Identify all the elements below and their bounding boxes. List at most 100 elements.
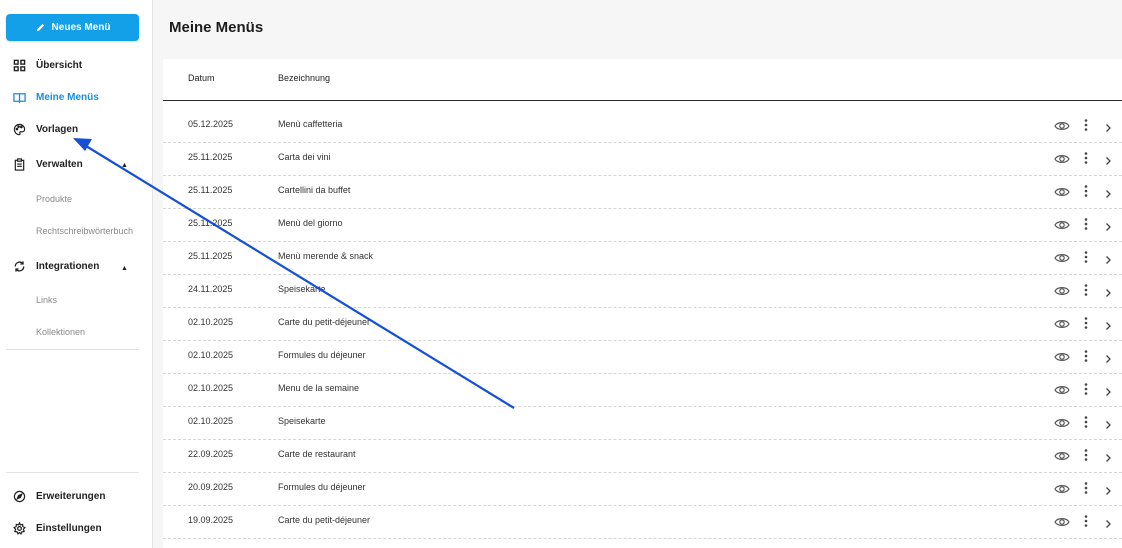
row-name: Speisekarte — [278, 416, 326, 426]
sidebar-item-my-menus[interactable]: Meine Menüs — [13, 89, 99, 105]
header-divider — [163, 100, 1122, 101]
chevron-right-icon[interactable] — [1104, 384, 1112, 396]
more-vertical-icon[interactable] — [1082, 514, 1090, 528]
sidebar-item-extensions[interactable]: Erweiterungen — [13, 488, 105, 504]
more-vertical-icon[interactable] — [1082, 415, 1090, 429]
more-vertical-icon[interactable] — [1082, 184, 1090, 198]
table-row[interactable]: 05.12.2025 Menù caffetteria — [163, 109, 1122, 143]
row-name: Menu de la semaine — [278, 383, 360, 393]
table-row[interactable]: 02.10.2025 Speisekarte — [163, 406, 1122, 440]
palette-icon — [13, 123, 26, 136]
chevron-right-icon[interactable] — [1104, 318, 1112, 330]
sidebar-item-label: Übersicht — [36, 59, 83, 71]
gear-icon — [13, 521, 26, 535]
table-row[interactable]: 20.09.2025 Formules du déjeuner — [163, 472, 1122, 506]
row-date: 02.10.2025 — [188, 317, 234, 327]
sidebar-item-label: Vorlagen — [36, 123, 79, 135]
more-vertical-icon[interactable] — [1082, 382, 1090, 396]
table-row[interactable]: 25.11.2025 Cartellini da buffet — [163, 175, 1122, 209]
row-name: Formules du déjeuner — [278, 350, 366, 360]
eye-icon[interactable] — [1054, 416, 1070, 428]
eye-icon[interactable] — [1054, 482, 1070, 494]
more-vertical-icon[interactable] — [1082, 283, 1090, 297]
row-name: Menù merende & snack — [278, 251, 374, 261]
sidebar-divider — [6, 349, 139, 350]
sidebar-subitem-collections[interactable]: Kollektionen — [36, 327, 85, 337]
table-row[interactable]: 02.10.2025 Menu de la semaine — [163, 373, 1122, 407]
chevron-right-icon[interactable] — [1104, 516, 1112, 528]
eye-icon[interactable] — [1054, 515, 1070, 527]
table-row[interactable]: 25.11.2025 Menù merende & snack — [163, 241, 1122, 275]
eye-icon[interactable] — [1054, 119, 1070, 131]
sync-icon — [13, 260, 26, 273]
sidebar-subitem-products[interactable]: Produkte — [36, 194, 72, 204]
sidebar-item-overview[interactable]: Übersicht — [13, 57, 82, 73]
chevron-right-icon[interactable] — [1104, 417, 1112, 429]
table-row[interactable]: 24.11.2025 Speisekarte — [163, 274, 1122, 308]
sidebar: Neues Menü Übersicht Meine Menüs Vorlage… — [0, 0, 153, 548]
sidebar-item-label: Erweiterungen — [36, 490, 106, 502]
more-vertical-icon[interactable] — [1082, 250, 1090, 264]
row-date: 22.09.2025 — [188, 449, 234, 459]
sidebar-item-label: Einstellungen — [36, 522, 102, 534]
sidebar-subitem-links[interactable]: Links — [36, 295, 57, 305]
eye-icon[interactable] — [1054, 152, 1070, 164]
row-name: Carte du petit-déjeuner — [278, 317, 371, 327]
table-row[interactable]: 22.09.2025 Carte de restaurant — [163, 439, 1122, 473]
row-date: 02.10.2025 — [188, 383, 234, 393]
chevron-right-icon[interactable] — [1104, 450, 1112, 462]
chevron-right-icon[interactable] — [1104, 483, 1112, 495]
more-vertical-icon[interactable] — [1082, 118, 1090, 132]
eye-icon[interactable] — [1054, 350, 1070, 362]
table-row[interactable]: 02.10.2025 Formules du déjeuner — [163, 340, 1122, 374]
more-vertical-icon[interactable] — [1082, 349, 1090, 363]
row-name: Carta dei vini — [278, 152, 331, 162]
chevron-right-icon[interactable] — [1104, 219, 1112, 231]
chevron-right-icon[interactable] — [1104, 153, 1112, 165]
table-row[interactable]: 02.10.2025 Carte du petit-déjeuner — [163, 307, 1122, 341]
caret-up-icon[interactable]: ▲ — [121, 162, 128, 169]
eye-icon[interactable] — [1054, 383, 1070, 395]
sidebar-item-manage[interactable]: Verwalten — [13, 156, 83, 172]
chevron-right-icon[interactable] — [1104, 285, 1112, 297]
caret-up-icon[interactable]: ▲ — [121, 265, 128, 272]
more-vertical-icon[interactable] — [1082, 217, 1090, 231]
more-vertical-icon[interactable] — [1082, 316, 1090, 330]
eye-icon[interactable] — [1054, 251, 1070, 263]
new-menu-button[interactable]: Neues Menü — [6, 14, 139, 41]
row-name: Carte du petit-déjeuner — [278, 515, 371, 525]
sidebar-divider — [6, 472, 139, 473]
eye-icon[interactable] — [1054, 449, 1070, 461]
more-vertical-icon[interactable] — [1082, 481, 1090, 495]
column-header-name[interactable]: Bezeichnung — [278, 73, 330, 83]
more-vertical-icon[interactable] — [1082, 151, 1090, 165]
sidebar-item-label: Meine Menüs — [36, 91, 99, 103]
eye-icon[interactable] — [1054, 218, 1070, 230]
table-row[interactable]: 19.09.2025 Carte du petit-déjeuner — [163, 505, 1122, 539]
sidebar-item-templates[interactable]: Vorlagen — [13, 121, 78, 137]
chevron-right-icon[interactable] — [1104, 351, 1112, 363]
row-date: 20.09.2025 — [188, 482, 234, 492]
sidebar-item-integrations[interactable]: Integrationen — [13, 258, 99, 274]
row-date: 02.10.2025 — [188, 350, 234, 360]
row-date: 25.11.2025 — [188, 218, 233, 228]
eye-icon[interactable] — [1054, 185, 1070, 197]
table-row[interactable]: 25.11.2025 Carta dei vini — [163, 142, 1122, 176]
menu-table: Datum Bezeichnung 05.12.2025 Menù caffett… — [163, 59, 1122, 548]
eye-icon[interactable] — [1054, 317, 1070, 329]
row-date: 25.11.2025 — [188, 185, 233, 195]
more-vertical-icon[interactable] — [1082, 448, 1090, 462]
row-date: 05.12.2025 — [188, 119, 234, 129]
row-name: Cartellini da buffet — [278, 185, 351, 195]
sidebar-item-label: Verwalten — [36, 158, 83, 170]
chevron-right-icon[interactable] — [1104, 252, 1112, 264]
sidebar-item-settings[interactable]: Einstellungen — [13, 520, 102, 536]
row-name: Speisekarte — [278, 284, 326, 294]
table-row[interactable]: 25.11.2025 Menù del giorno — [163, 208, 1122, 242]
chevron-right-icon[interactable] — [1104, 186, 1112, 198]
sidebar-subitem-dictionary[interactable]: Rechtschreibwörterbuch — [36, 226, 133, 236]
chevron-right-icon[interactable] — [1104, 120, 1112, 132]
eye-icon[interactable] — [1054, 284, 1070, 296]
column-header-date[interactable]: Datum — [188, 73, 215, 83]
new-menu-label: Neues Menü — [51, 22, 111, 33]
